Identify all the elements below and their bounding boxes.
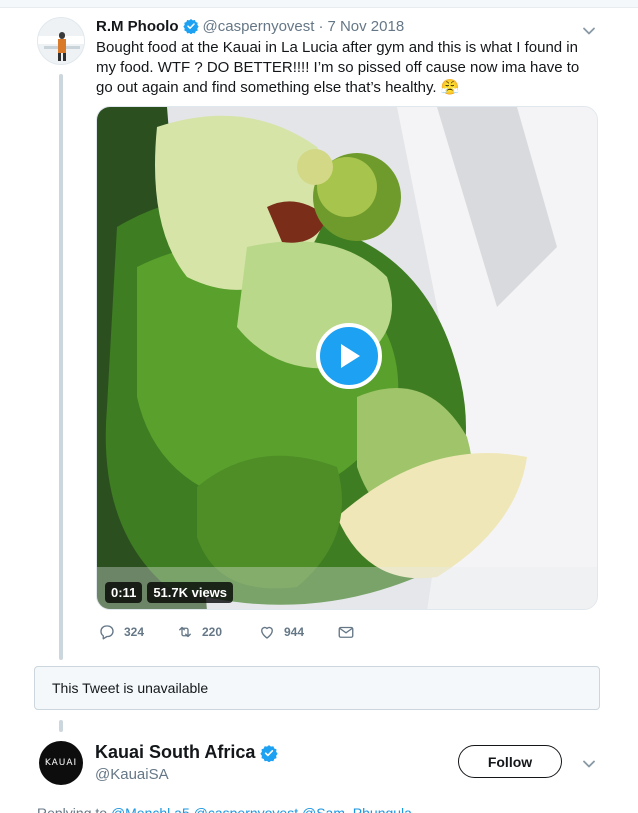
reply-author-name[interactable]: Kauai South Africa bbox=[95, 742, 255, 763]
reply-button[interactable]: 324 bbox=[98, 623, 144, 641]
quoted-tweet-unavailable: This Tweet is unavailable bbox=[34, 666, 600, 710]
follow-button[interactable]: Follow bbox=[458, 745, 562, 778]
top-strip bbox=[0, 0, 638, 8]
verified-badge-icon bbox=[182, 18, 199, 35]
retweet-count: 220 bbox=[202, 625, 223, 639]
author-handle[interactable]: @caspernyovest bbox=[203, 18, 315, 35]
heart-icon bbox=[261, 626, 273, 639]
envelope-icon bbox=[338, 626, 354, 638]
retweet-button[interactable]: 220 bbox=[176, 623, 222, 641]
like-button[interactable]: 944 bbox=[258, 623, 304, 641]
like-count: 944 bbox=[284, 625, 305, 639]
chevron-down-icon[interactable] bbox=[580, 755, 598, 773]
author-name[interactable]: R.M Phoolo bbox=[96, 18, 179, 35]
reply-author-handle[interactable]: @KauaiSA bbox=[95, 766, 169, 783]
retweet-icon bbox=[179, 626, 191, 638]
video-player[interactable]: 0:11 51.7K views bbox=[96, 106, 598, 610]
verified-badge-icon bbox=[260, 744, 278, 762]
replying-prefix: Replying to bbox=[37, 805, 108, 813]
separator-dot: · bbox=[318, 17, 324, 35]
tweet-actions: 324 220 944 bbox=[98, 623, 398, 643]
thread-line bbox=[59, 74, 63, 660]
thread-line-connector bbox=[59, 720, 63, 732]
video-views: 51.7K views bbox=[147, 582, 234, 603]
reply-author-name-row: Kauai South Africa bbox=[95, 742, 278, 763]
tweet-header: R.M Phoolo @caspernyovest · 7 Nov 2018 bbox=[96, 16, 404, 36]
video-duration: 0:11 bbox=[105, 582, 143, 603]
reply-author-avatar[interactable]: KAUAI bbox=[39, 741, 83, 785]
play-icon[interactable] bbox=[316, 323, 382, 389]
video-badges: 0:11 51.7K views bbox=[105, 582, 234, 603]
tweet-date[interactable]: 7 Nov 2018 bbox=[327, 18, 404, 35]
reply-tweet: KAUAI Kauai South Africa @KauaiSA Follow… bbox=[0, 734, 638, 813]
author-avatar[interactable] bbox=[37, 17, 85, 65]
direct-message-button[interactable] bbox=[337, 623, 355, 641]
replying-to: Replying to @Menchl a5 @caspernyovest @S… bbox=[37, 805, 412, 813]
reply-icon bbox=[100, 625, 114, 640]
tweet: R.M Phoolo @caspernyovest · 7 Nov 2018 B… bbox=[0, 8, 614, 660]
replying-mentions[interactable]: @Menchl a5 @caspernyovest @Sam_Phungula bbox=[111, 805, 412, 813]
tweet-text: Bought food at the Kauai in La Lucia aft… bbox=[96, 39, 580, 96]
reply-count: 324 bbox=[124, 625, 145, 639]
